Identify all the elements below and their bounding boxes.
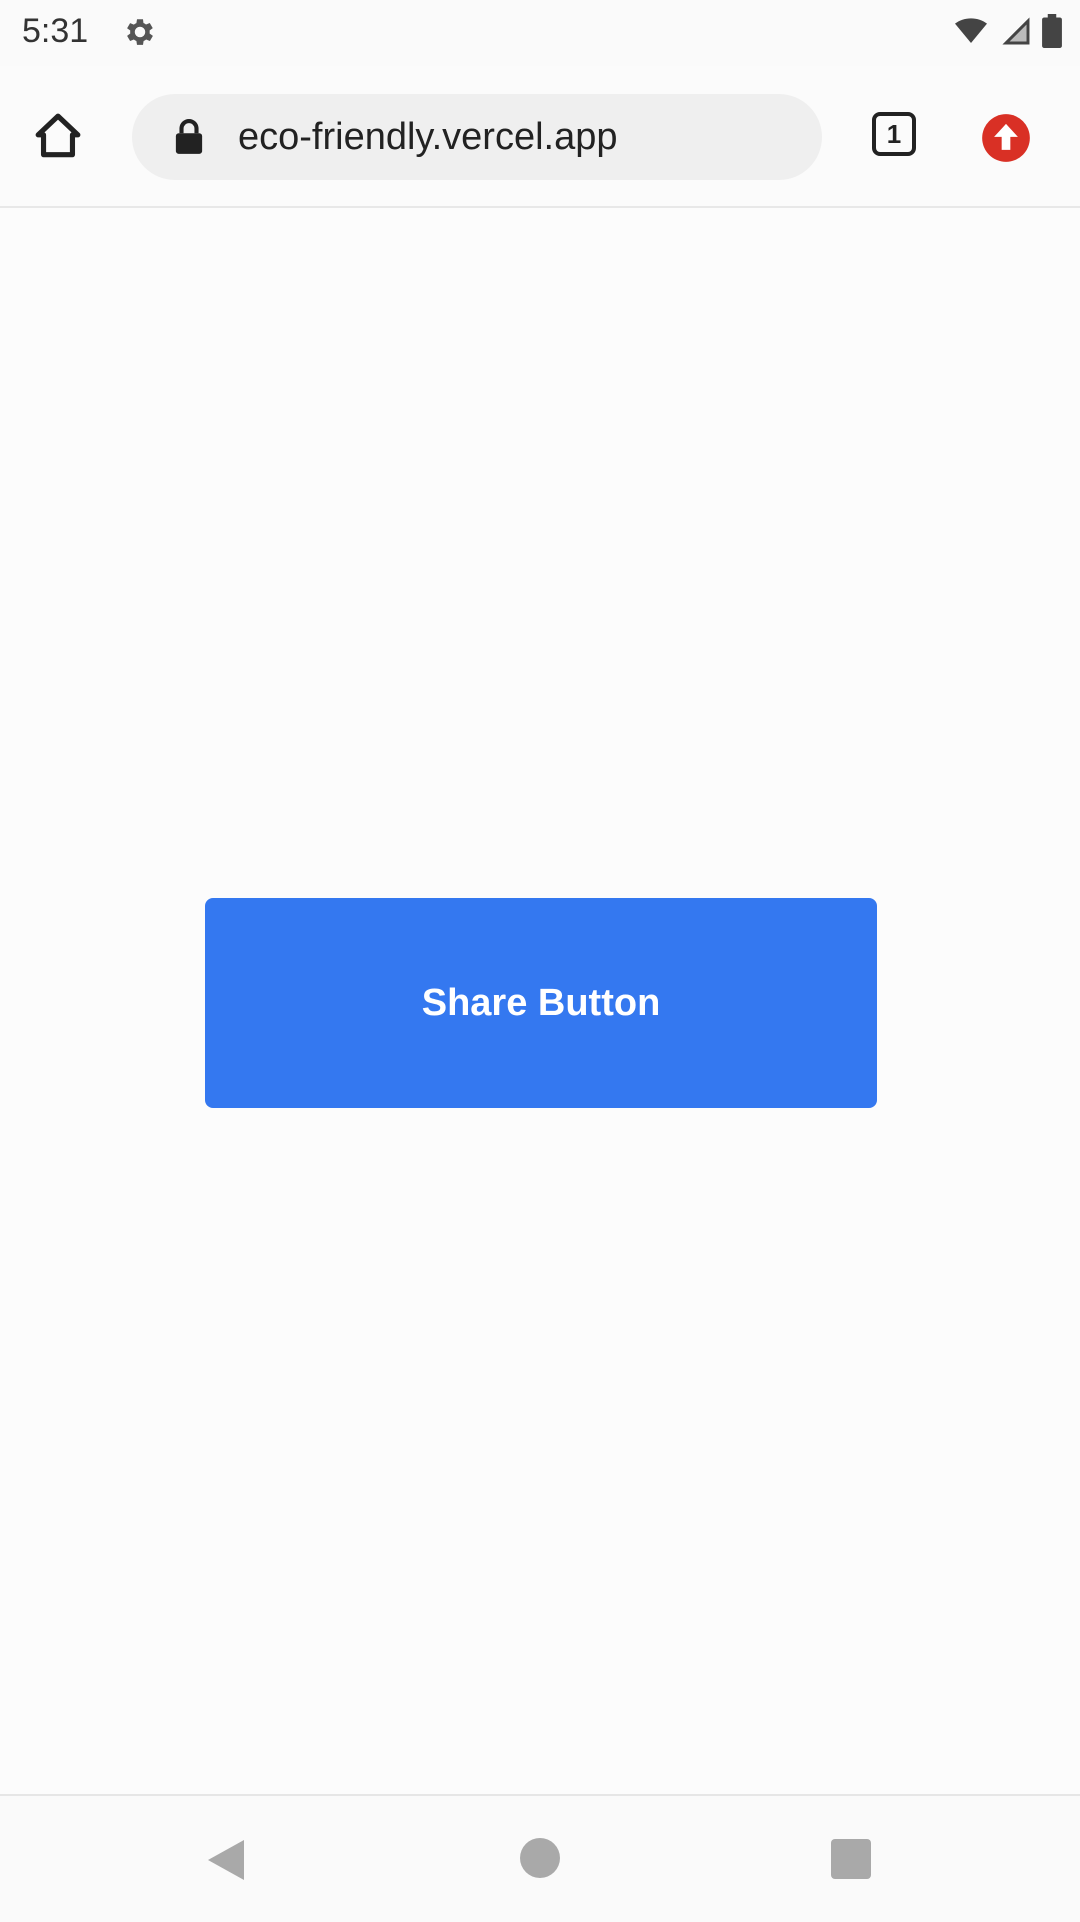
tab-count: 1: [872, 112, 916, 156]
status-bar: 5:31: [0, 0, 1080, 66]
navigation-bar: [0, 1794, 1080, 1922]
address-bar[interactable]: eco-friendly.vercel.app: [132, 94, 822, 180]
gear-icon: [122, 14, 158, 50]
home-icon[interactable]: [30, 108, 92, 170]
wifi-icon: [952, 15, 990, 52]
back-icon[interactable]: [206, 1838, 246, 1882]
browser-toolbar: eco-friendly.vercel.app 1: [0, 66, 1080, 208]
url-text[interactable]: eco-friendly.vercel.app: [238, 114, 617, 160]
share-button[interactable]: Share Button: [205, 898, 877, 1108]
page-content: Share Button: [0, 208, 1080, 1792]
lock-icon: [174, 118, 206, 156]
status-indicators: [952, 14, 1062, 53]
tab-switcher-button[interactable]: 1: [872, 112, 928, 168]
home-circle-icon[interactable]: [520, 1838, 560, 1878]
update-icon[interactable]: [980, 112, 1032, 164]
recents-icon[interactable]: [831, 1839, 871, 1879]
status-time: 5:31: [22, 12, 89, 50]
battery-icon: [1042, 14, 1062, 53]
signal-icon: [1000, 15, 1032, 52]
